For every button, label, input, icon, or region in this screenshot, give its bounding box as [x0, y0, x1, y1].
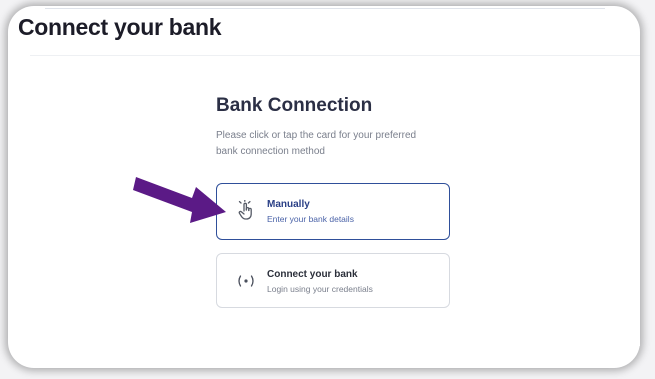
section-title: Bank Connection	[216, 95, 373, 116]
option-title: Manually	[267, 199, 310, 210]
annotation-arrow	[133, 177, 226, 223]
page: Connect your bank Bank Connection Please…	[0, 0, 655, 379]
hand-pointer-icon	[235, 200, 257, 222]
option-title: Connect your bank	[267, 269, 358, 280]
option-subtitle: Enter your bank details	[267, 214, 354, 224]
wireless-signal-icon	[235, 270, 257, 292]
option-card-manually[interactable]: Manually Enter your bank details	[216, 183, 450, 240]
page-title: Connect your bank	[18, 14, 222, 40]
option-subtitle: Login using your credentials	[267, 284, 373, 294]
divider	[45, 8, 605, 9]
section-description: Please click or tap the card for your pr…	[216, 130, 417, 157]
option-card-connect-bank[interactable]: Connect your bank Login using your crede…	[216, 253, 450, 308]
